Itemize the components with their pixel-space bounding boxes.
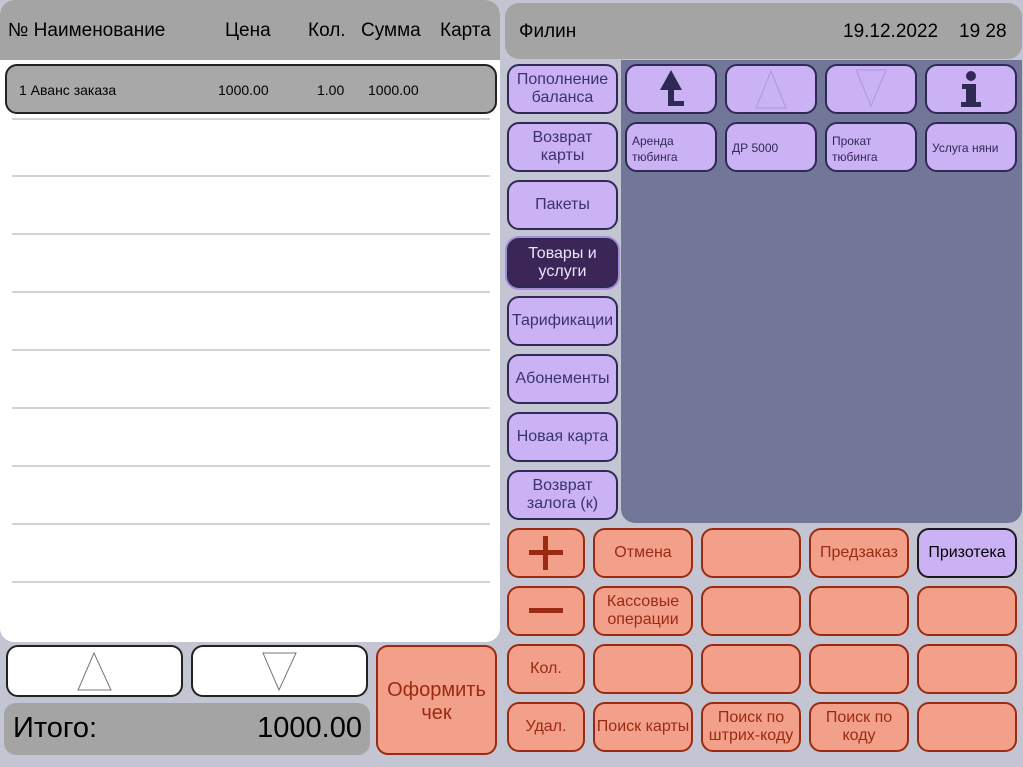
date-display: 19.12.2022	[843, 21, 939, 42]
row-divider	[12, 581, 490, 583]
table-row[interactable]: 1 Аванс заказа 1000.00 1.00 1000.00	[5, 64, 497, 114]
preorder-button[interactable]: Предзаказ	[809, 528, 909, 578]
row-divider	[12, 233, 490, 235]
row-divider	[12, 175, 490, 177]
total-value: 1000.00	[257, 712, 362, 744]
function-key-empty[interactable]	[917, 702, 1017, 752]
decrease-button[interactable]	[507, 586, 585, 636]
plus-icon	[529, 536, 563, 570]
operator-name: Филин	[519, 21, 577, 42]
receipt-header: № Наименование Цена Кол. Сумма Карта	[0, 0, 500, 60]
column-header-price: Цена	[225, 20, 271, 41]
function-key-empty[interactable]	[701, 586, 801, 636]
row-divider	[12, 291, 490, 293]
column-header-name: № Наименование	[8, 20, 166, 41]
product-dr-5000[interactable]: ДР 5000	[725, 122, 817, 172]
cash-operations-button[interactable]: Кассовые операции	[593, 586, 693, 636]
total-label: Итого:	[13, 712, 98, 744]
info-button[interactable]	[925, 64, 1017, 114]
minus-icon	[529, 608, 563, 613]
products-scroll-up-button[interactable]	[725, 64, 817, 114]
quantity-button[interactable]: Кол.	[507, 644, 585, 694]
up-level-button[interactable]	[625, 64, 717, 114]
receipt-scroll-down-button[interactable]	[191, 645, 368, 697]
function-key-empty[interactable]	[701, 644, 801, 694]
row-divider	[12, 523, 490, 525]
product-nanny-service[interactable]: Услуга няни	[925, 122, 1017, 172]
status-header: Филин 19.12.2022 19 28	[505, 3, 1022, 59]
function-key-empty[interactable]	[917, 586, 1017, 636]
product-tubing-rental[interactable]: Аренда тюбинга	[625, 122, 717, 172]
row-divider	[12, 465, 490, 467]
scroll-down-icon	[262, 652, 297, 692]
category-deposit-return[interactable]: Возврат залога (к)	[507, 470, 618, 520]
row-divider	[12, 118, 490, 120]
column-header-qty: Кол.	[308, 20, 346, 41]
column-header-card: Карта	[440, 20, 491, 41]
category-card-return[interactable]: Возврат карты	[507, 122, 618, 172]
scroll-down-icon	[855, 69, 887, 108]
row-divider	[12, 407, 490, 409]
category-tariffs[interactable]: Тарификации	[507, 296, 618, 346]
delete-button[interactable]: Удал.	[507, 702, 585, 752]
category-subscriptions[interactable]: Абонементы	[507, 354, 618, 404]
function-key-empty[interactable]	[809, 644, 909, 694]
function-key-empty[interactable]	[593, 644, 693, 694]
product-tubing-hire[interactable]: Прокат тюбинга	[825, 122, 917, 172]
up-level-icon	[660, 70, 684, 106]
function-key-empty[interactable]	[917, 644, 1017, 694]
total-box: Итого: 1000.00	[4, 703, 370, 755]
item-name: 1 Аванс заказа	[19, 82, 117, 98]
find-code-button[interactable]: Поиск по коду	[809, 702, 909, 752]
find-barcode-button[interactable]: Поиск по штрих-коду	[701, 702, 801, 752]
category-packages[interactable]: Пакеты	[507, 180, 618, 230]
receipt-scroll-up-button[interactable]	[6, 645, 183, 697]
item-price: 1000.00	[218, 82, 269, 98]
row-divider	[12, 349, 490, 351]
category-goods-services[interactable]: Товары и услуги	[507, 238, 618, 288]
find-card-button[interactable]: Поиск карты	[593, 702, 693, 752]
scroll-up-icon	[755, 69, 787, 109]
column-header-sum: Сумма	[361, 20, 421, 41]
item-sum: 1000.00	[368, 82, 419, 98]
item-qty: 1.00	[317, 82, 345, 98]
prizoteka-button[interactable]: Призотека	[917, 528, 1017, 578]
category-balance-topup[interactable]: Пополнение баланса	[507, 64, 618, 114]
info-icon	[961, 71, 981, 107]
time-display: 19 28	[959, 21, 1007, 42]
checkout-button[interactable]: Оформить чек	[376, 645, 497, 755]
function-key-empty[interactable]	[701, 528, 801, 578]
cancel-button[interactable]: Отмена	[593, 528, 693, 578]
scroll-up-icon	[77, 651, 112, 691]
category-new-card[interactable]: Новая карта	[507, 412, 618, 462]
function-key-empty[interactable]	[809, 586, 909, 636]
receipt-panel: № Наименование Цена Кол. Сумма Карта 1 А…	[0, 0, 500, 642]
increase-button[interactable]	[507, 528, 585, 578]
products-scroll-down-button[interactable]	[825, 64, 917, 114]
